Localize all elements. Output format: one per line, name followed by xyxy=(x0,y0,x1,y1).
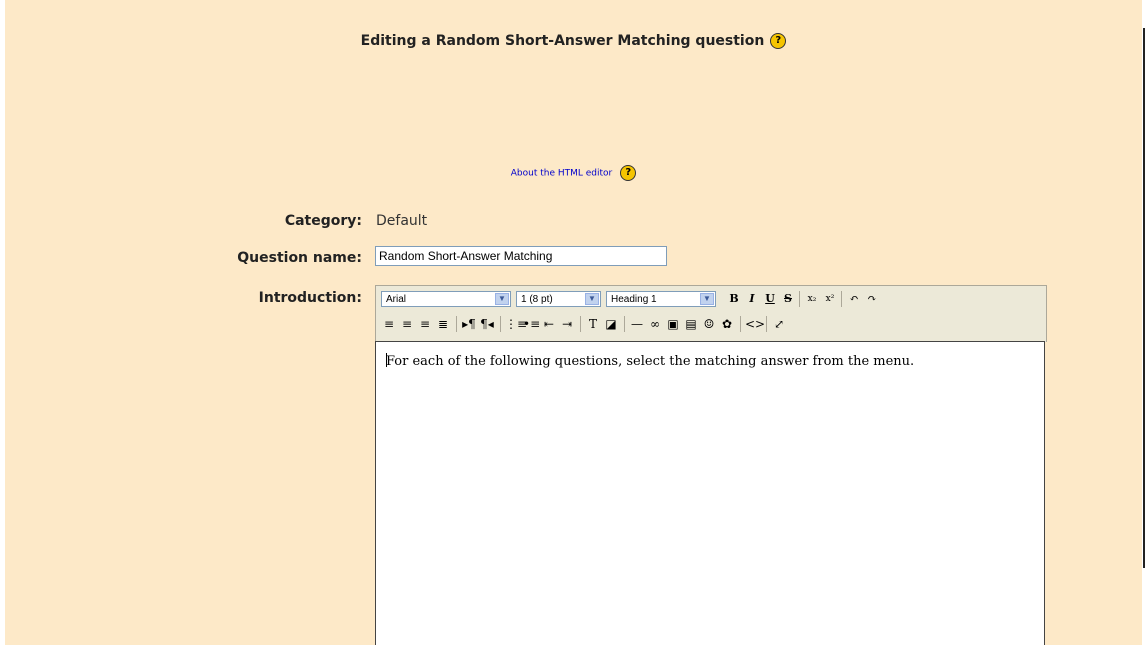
about-html-editor-link[interactable]: About the HTML editor xyxy=(511,169,613,179)
rtl-button[interactable]: ¶◂ xyxy=(479,316,495,332)
page-title-text: Editing a Random Short-Answer Matching q… xyxy=(360,33,765,49)
strikethrough-button[interactable]: S xyxy=(780,291,796,307)
category-value: Default xyxy=(376,213,428,229)
page-title: Editing a Random Short-Answer Matching q… xyxy=(5,33,1142,49)
toolbar-separator xyxy=(740,316,741,332)
toolbar-separator xyxy=(766,316,767,332)
toolbar-separator xyxy=(500,316,501,332)
question-name-input[interactable]: Random Short-Answer Matching xyxy=(375,246,667,266)
editor-toolbar: Arial ▼ 1 (8 pt) ▼ Heading 1 ▼ B I U Sx₂ x² ↶ ↷ ≡ ≡… xyxy=(375,285,1047,342)
background-color-button[interactable]: ◪ xyxy=(603,316,619,332)
chevron-down-icon: ▼ xyxy=(700,293,714,305)
justify-button[interactable]: ≣ xyxy=(435,316,451,332)
question-edit-page: Editing a Random Short-Answer Matching q… xyxy=(5,0,1142,645)
font-size-value: 1 (8 pt) xyxy=(521,294,553,305)
unordered-list-button[interactable]: •≡ xyxy=(523,316,540,332)
underline-button[interactable]: U xyxy=(762,291,778,307)
editor-content-text: For each of the following questions, sel… xyxy=(386,354,915,369)
toolbar-separator xyxy=(580,316,581,332)
toolbar-separator xyxy=(624,316,625,332)
special-char-button[interactable]: ✿ xyxy=(719,316,735,332)
html-source-button[interactable]: <> xyxy=(745,316,765,332)
question-name-label: Question name: xyxy=(237,250,362,266)
help-icon[interactable]: ? xyxy=(770,33,787,49)
font-family-select[interactable]: Arial ▼ xyxy=(381,291,511,307)
ordered-list-button[interactable]: ⋮≡ xyxy=(505,316,527,332)
align-right-button[interactable]: ≡ xyxy=(417,316,433,332)
about-html-editor: About the HTML editor? xyxy=(5,165,1142,181)
font-size-select[interactable]: 1 (8 pt) ▼ xyxy=(516,291,601,307)
align-left-button[interactable]: ≡ xyxy=(381,316,397,332)
align-center-button[interactable]: ≡ xyxy=(399,316,415,332)
text-color-button[interactable]: T xyxy=(585,316,601,332)
chevron-down-icon: ▼ xyxy=(585,293,599,305)
italic-button[interactable]: I xyxy=(744,291,760,307)
toolbar-separator xyxy=(841,291,842,307)
table-button[interactable]: ▤ xyxy=(683,316,699,332)
undo-button[interactable]: ↶ xyxy=(846,291,862,307)
toolbar-separator xyxy=(799,291,800,307)
scrollbar-edge xyxy=(1143,28,1145,568)
category-label: Category: xyxy=(284,213,362,229)
ltr-button[interactable]: ▸¶ xyxy=(461,316,477,332)
subscript-button[interactable]: x₂ xyxy=(804,291,820,307)
horizontal-rule-button[interactable]: — xyxy=(629,316,645,332)
format-select[interactable]: Heading 1 ▼ xyxy=(606,291,716,307)
fullscreen-button[interactable]: ⤢ xyxy=(771,316,787,332)
editor-content-area[interactable]: For each of the following questions, sel… xyxy=(375,341,1045,645)
html-editor: Arial ▼ 1 (8 pt) ▼ Heading 1 ▼ B I U Sx₂ x² ↶ ↷ ≡ ≡… xyxy=(375,285,1047,645)
superscript-button[interactable]: x² xyxy=(822,291,838,307)
link-button[interactable]: ∞ xyxy=(647,316,663,332)
bold-button[interactable]: B xyxy=(726,291,742,307)
indent-button[interactable]: ⇥ xyxy=(559,316,575,332)
redo-button[interactable]: ↷ xyxy=(864,291,880,307)
chevron-down-icon: ▼ xyxy=(495,293,509,305)
introduction-label: Introduction: xyxy=(258,290,362,306)
image-button[interactable]: ▣ xyxy=(665,316,681,332)
toolbar-separator xyxy=(456,316,457,332)
smiley-button[interactable]: ☺ xyxy=(701,316,717,332)
font-family-value: Arial xyxy=(386,294,407,305)
help-icon[interactable]: ? xyxy=(620,165,637,181)
outdent-button[interactable]: ⇤ xyxy=(541,316,557,332)
format-value: Heading 1 xyxy=(611,294,657,305)
